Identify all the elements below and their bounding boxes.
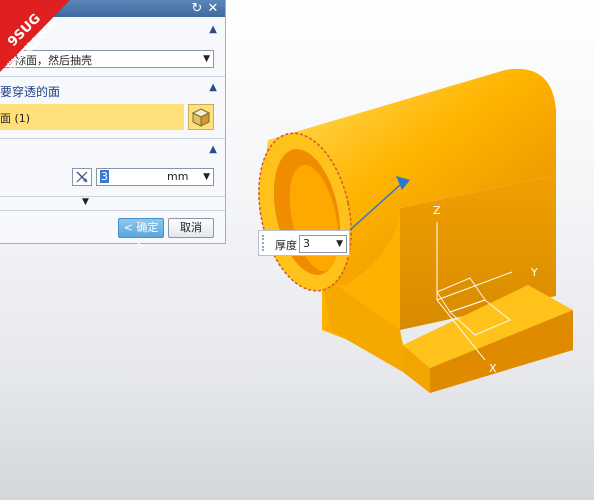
divider [0,196,225,197]
collapse-icon[interactable]: ▲ [209,24,217,35]
divider [0,138,225,139]
ok-button[interactable]: < 确定 > [118,218,164,252]
collapse-icon[interactable]: ▲ [209,144,217,155]
select-face-button[interactable] [188,104,214,130]
axis-z-label: Z [433,204,441,217]
watermark-logo: 9SUG 学UG就上UG网 [0,0,70,72]
reverse-direction-icon [76,171,88,183]
drag-handle[interactable] [262,235,268,251]
thickness-section-header[interactable]: ▲ [0,142,225,162]
thickness-popup-value: 3 [303,237,310,250]
reverse-direction-button[interactable] [72,168,92,186]
close-icon[interactable]: ✕ [206,0,220,17]
faces-section: 要穿透的面 ▲ [0,80,225,100]
chevron-down-icon: ▼ [203,172,210,182]
thickness-section: ▲ [0,142,225,162]
chevron-down-icon: ▼ [336,239,343,249]
thickness-popup-select[interactable]: 3 ▼ [299,235,347,253]
collapse-icon[interactable]: ▲ [209,82,217,93]
thickness-value: 3 [100,170,109,183]
axis-y-label: Y [531,266,538,279]
divider [0,210,225,211]
cube-select-icon [191,108,211,127]
chevron-down-icon: ▼ [203,54,210,64]
thickness-unit: mm [167,170,189,183]
cancel-button[interactable]: 取消 [168,218,214,238]
selected-face-label: 面 (1) [0,112,31,125]
thickness-input[interactable]: 3 mm ▼ [96,168,214,186]
axis-x-label: X [489,362,497,375]
selected-face-item[interactable]: 面 (1) [0,104,184,130]
more-options-toggle[interactable]: ▼ [82,197,89,207]
faces-section-label: 要穿透的面 [0,85,61,99]
reset-icon[interactable]: ↻ [190,0,204,17]
thickness-popup: 厚度 3 ▼ [258,230,350,256]
thickness-popup-label: 厚度 [275,239,297,252]
faces-section-header[interactable]: 要穿透的面 ▲ [0,80,225,100]
